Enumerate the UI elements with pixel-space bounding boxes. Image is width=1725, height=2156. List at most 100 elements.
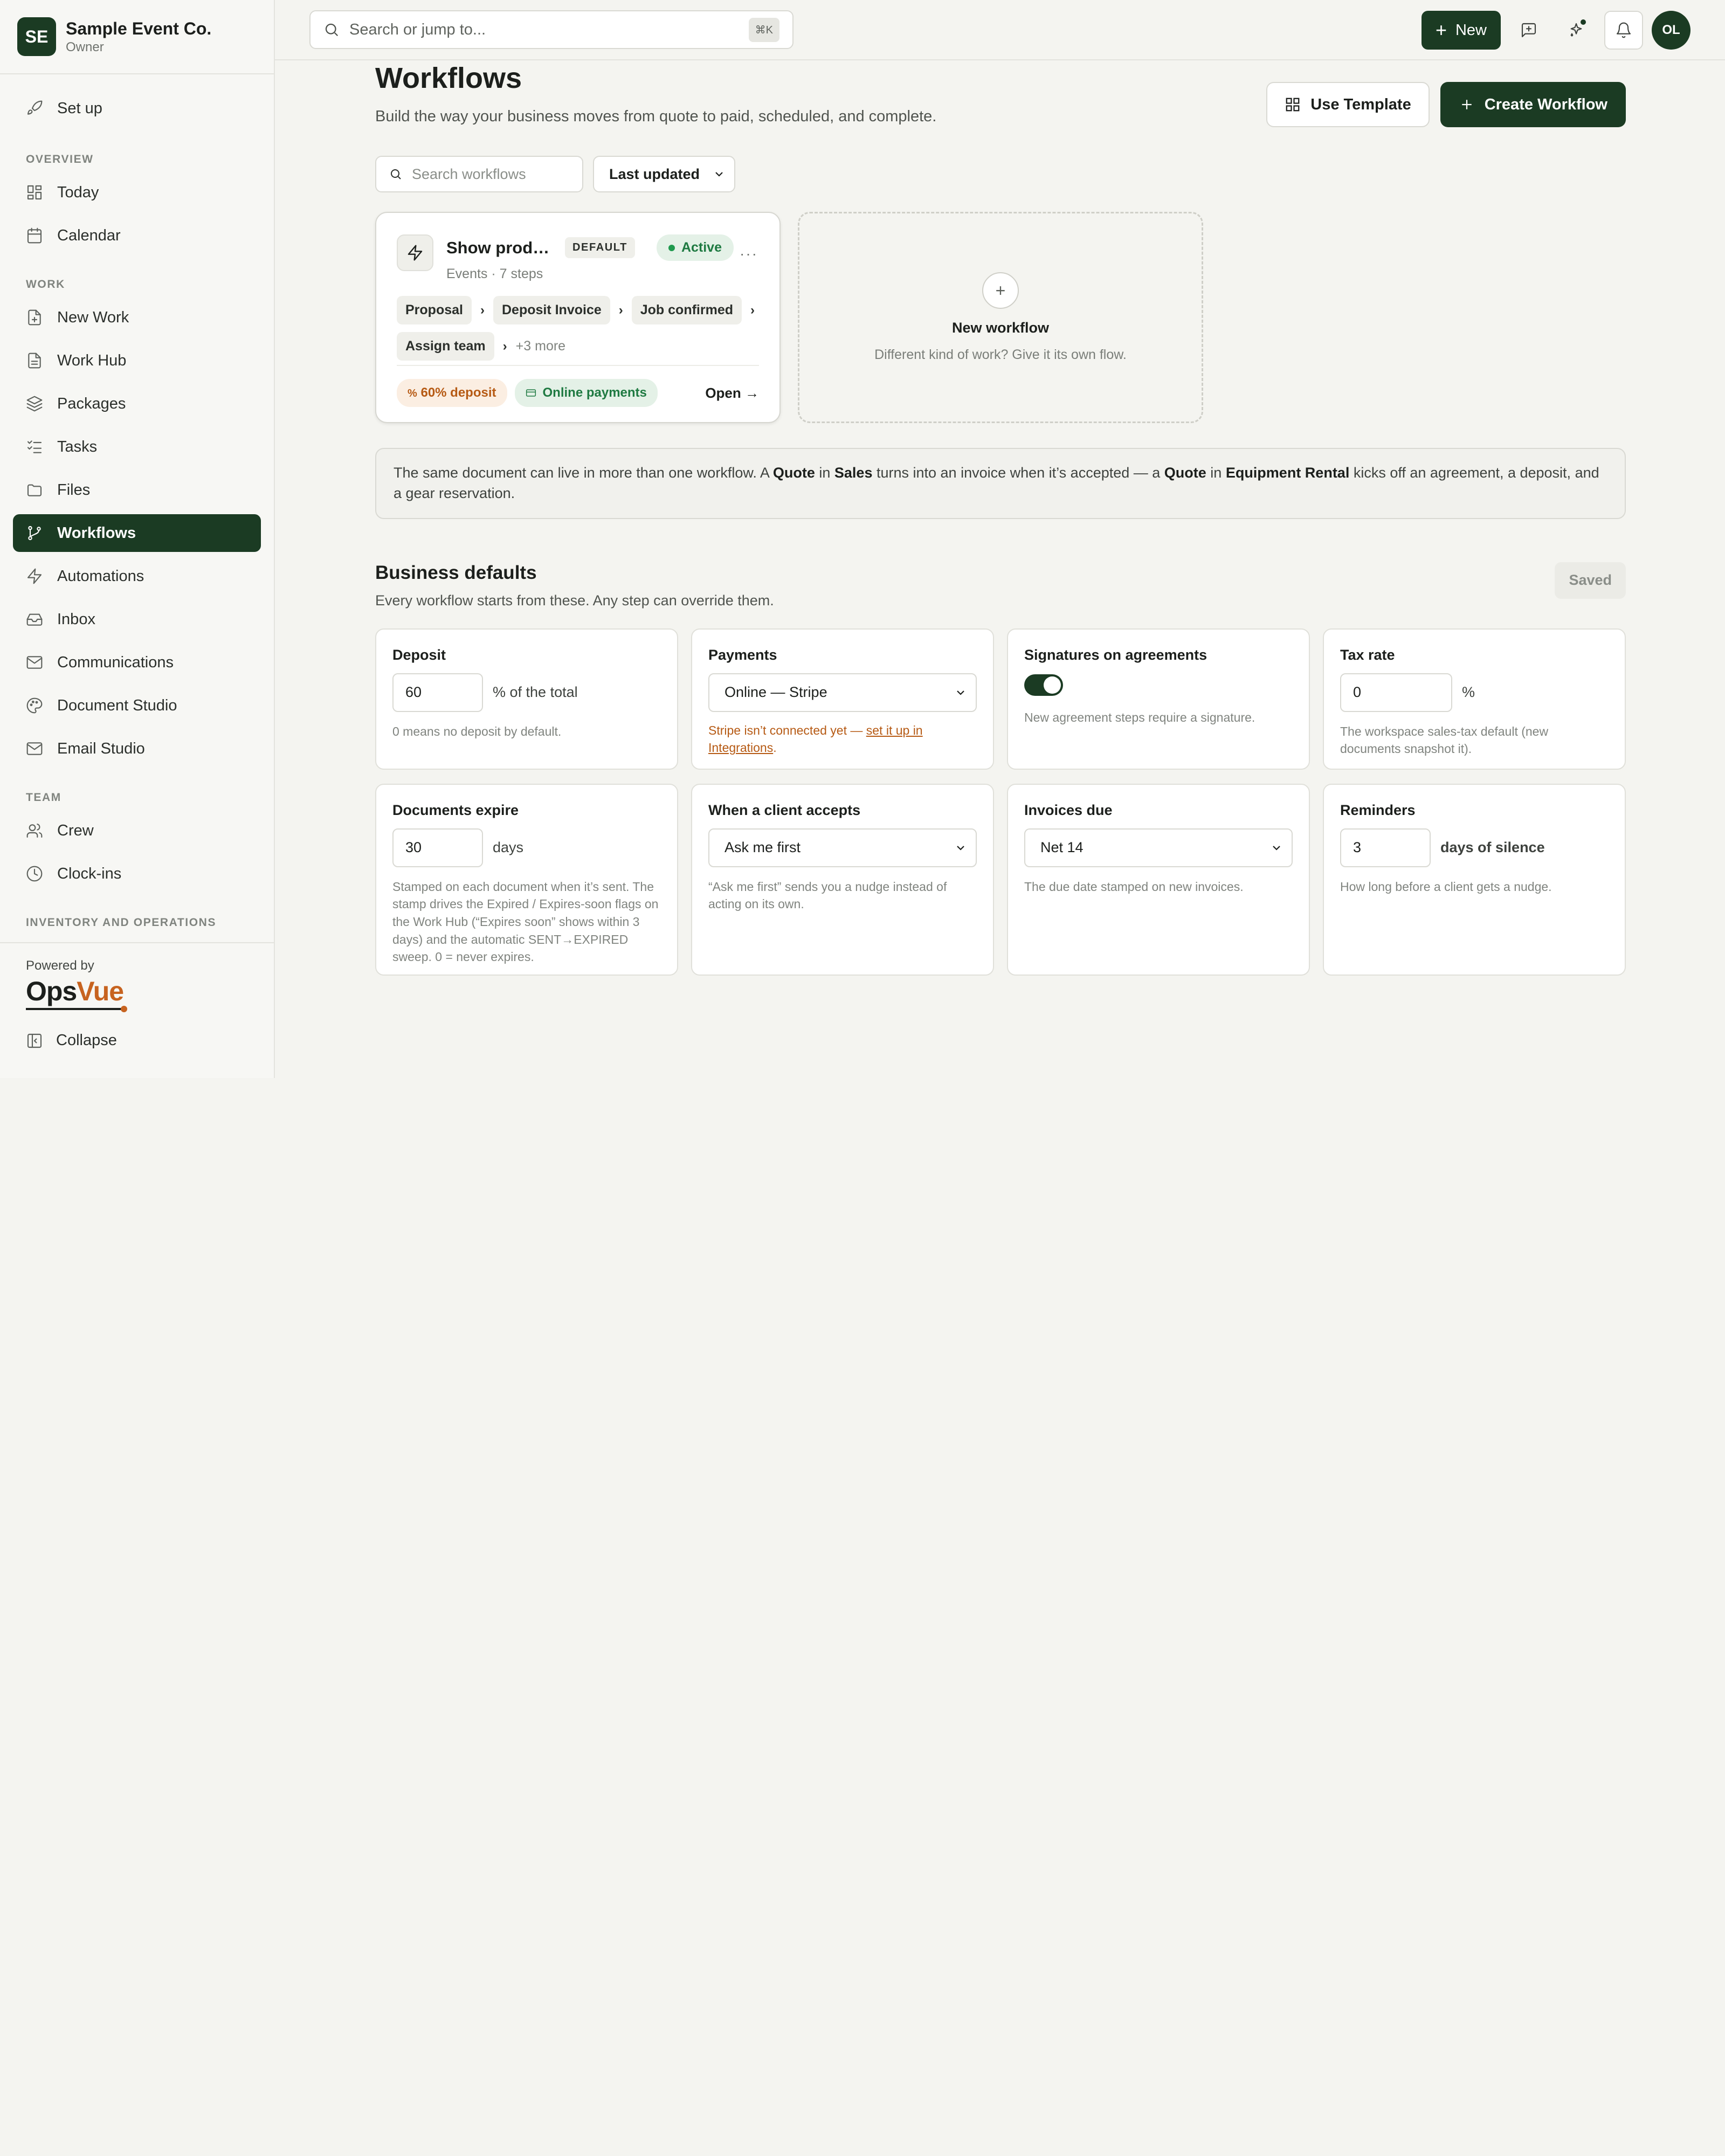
deposit-input[interactable]: 60 xyxy=(392,673,483,712)
message-plus-icon xyxy=(1521,23,1536,38)
sidebar-item-clock-ins[interactable]: Clock-ins xyxy=(13,855,261,893)
shortcut-hint: ⌘K xyxy=(748,17,779,42)
step-chip: Assign team xyxy=(397,332,494,361)
sidebar-item-document-studio[interactable]: Document Studio xyxy=(13,687,261,724)
tax-rate-input[interactable]: 0 xyxy=(1340,673,1452,712)
global-search-input[interactable]: Search or jump to... ⌘K xyxy=(309,10,794,49)
setting-row: Ask me first xyxy=(708,828,977,867)
reminders-input[interactable]: 3 xyxy=(1340,828,1431,867)
workflow-card-footer: % 60% deposit Online payments Open → xyxy=(397,365,759,407)
open-workflow-link[interactable]: Open → xyxy=(705,385,759,402)
payments-select[interactable]: Online — Stripe xyxy=(708,673,977,712)
sidebar-item-label: Packages xyxy=(57,395,126,412)
chevron-down-icon xyxy=(957,845,964,851)
sidebar-nav: Set up OVERVIEW Today Calendar WORK New … xyxy=(0,74,274,944)
sidebar-item-work-hub[interactable]: Work Hub xyxy=(13,342,261,379)
list-check-icon xyxy=(27,440,42,453)
layout-grid-icon xyxy=(1286,98,1300,112)
sidebar-item-workflows[interactable]: Workflows xyxy=(13,514,261,552)
sidebar-item-automations[interactable]: Automations xyxy=(13,557,261,595)
logo-vue: Vue xyxy=(77,976,124,1006)
info-text: in xyxy=(815,465,834,481)
sidebar-item-label: Automations xyxy=(57,567,144,585)
logo-ops: Ops xyxy=(26,976,77,1006)
expire-days-input[interactable]: 30 xyxy=(392,828,483,867)
info-text: turns into an invoice when it’s accepted… xyxy=(872,465,1164,481)
folder-icon xyxy=(27,484,42,496)
chevron-right-icon: › xyxy=(502,338,507,354)
sidebar-item-label: Work Hub xyxy=(57,351,127,369)
ai-assistant-button[interactable] xyxy=(1557,11,1596,50)
reminders-suffix: days of silence xyxy=(1440,839,1545,856)
zap-icon xyxy=(408,245,423,261)
sort-select[interactable]: Last updated xyxy=(593,156,736,192)
tax-rate-setting: Tax rate 0 % The workspace sales-tax def… xyxy=(1323,628,1626,770)
notifications-button[interactable] xyxy=(1604,11,1643,50)
business-defaults-title: Business defaults xyxy=(375,562,537,583)
warning-text: . xyxy=(773,741,777,755)
workflow-card[interactable]: Show produ... DEFAULT Active Events · 7 … xyxy=(375,212,781,423)
app-window: SE Sample Event Co. Owner Set up OVERVIE… xyxy=(0,0,1725,1078)
sidebar-item-label: Calendar xyxy=(57,226,121,244)
payments-chip: Online payments xyxy=(514,379,658,407)
invoices-due-select[interactable]: Net 14 xyxy=(1024,828,1293,867)
info-bold: Sales xyxy=(834,465,873,481)
sidebar-item-today[interactable]: Today xyxy=(13,174,261,211)
status-dot xyxy=(668,244,675,251)
sidebar-item-setup[interactable]: Set up xyxy=(13,89,261,127)
user-avatar[interactable]: OL xyxy=(1652,11,1690,50)
sidebar-item-communications[interactable]: Communications xyxy=(13,644,261,681)
client-accepts-value: Ask me first xyxy=(724,839,801,856)
create-workflow-button[interactable]: Create Workflow xyxy=(1440,82,1626,127)
new-button-label: New xyxy=(1455,21,1487,39)
invoices-due-setting: Invoices due Net 14 The due date stamped… xyxy=(1007,783,1310,976)
step-chip: Proposal xyxy=(397,296,472,324)
sidebar-item-calendar[interactable]: Calendar xyxy=(13,217,261,254)
main-content: Search or jump to... ⌘K + New OL Workflo… xyxy=(275,0,1725,1078)
percent-icon: % xyxy=(408,388,417,399)
signatures-toggle[interactable] xyxy=(1024,674,1063,696)
setting-help: New agreement steps require a signature. xyxy=(1024,710,1255,724)
new-workflow-title: New workflow xyxy=(951,320,1050,336)
setting-row: 3 days of silence xyxy=(1340,828,1609,867)
stripe-warning: Stripe isn’t connected yet — set it up i… xyxy=(708,722,977,757)
collapse-button[interactable]: Collapse xyxy=(26,1032,248,1049)
workflow-name-row: Show produ... DEFAULT Active xyxy=(446,234,734,261)
sidebar-item-label: Inbox xyxy=(57,610,95,628)
more-options-icon[interactable]: ··· xyxy=(740,245,758,262)
layers-icon xyxy=(26,396,43,412)
topbar: Search or jump to... ⌘K + New OL xyxy=(275,0,1725,60)
setting-title: Reminders xyxy=(1340,801,1416,818)
info-bold: Quote xyxy=(1164,465,1206,481)
sidebar-item-files[interactable]: Files xyxy=(13,471,261,509)
client-accepts-select[interactable]: Ask me first xyxy=(708,828,977,867)
sidebar-item-email-studio[interactable]: Email Studio xyxy=(13,730,261,768)
workspace-switcher[interactable]: SE Sample Event Co. Owner xyxy=(0,0,274,74)
setting-row: Net 14 xyxy=(1024,828,1293,867)
logo-dot xyxy=(121,1006,127,1012)
logo-underline xyxy=(26,1008,123,1010)
opsvue-logo: OpsVue xyxy=(26,976,127,1012)
use-template-button[interactable]: Use Template xyxy=(1266,82,1430,127)
new-workflow-card[interactable]: + New workflow Different kind of work? G… xyxy=(798,212,1203,423)
grid-icon xyxy=(27,185,42,200)
new-button[interactable]: + New xyxy=(1421,11,1501,50)
feedback-button[interactable] xyxy=(1509,11,1548,50)
sidebar-item-crew[interactable]: Crew xyxy=(13,812,261,849)
page-actions: Use Template Create Workflow xyxy=(1266,82,1626,127)
sidebar-item-tasks[interactable]: Tasks xyxy=(13,428,261,466)
users-icon xyxy=(26,824,43,838)
status-badge: Active xyxy=(656,234,734,261)
saved-button[interactable]: Saved xyxy=(1555,562,1626,599)
search-icon xyxy=(325,23,339,37)
sidebar-item-new-work[interactable]: New Work xyxy=(13,299,261,336)
palette-icon xyxy=(26,697,43,714)
setting-title: Invoices due xyxy=(1024,801,1113,818)
workflow-search-input[interactable]: Search workflows xyxy=(375,156,583,192)
deposit-chip: % 60% deposit xyxy=(397,379,507,407)
nav-section-inventory: INVENTORY AND OPERATIONS xyxy=(26,916,217,929)
workflow-name: Show produ... xyxy=(446,238,556,257)
sidebar-item-packages[interactable]: Packages xyxy=(13,385,261,423)
sidebar-item-inbox[interactable]: Inbox xyxy=(13,600,261,638)
expire-suffix: days xyxy=(493,839,524,856)
